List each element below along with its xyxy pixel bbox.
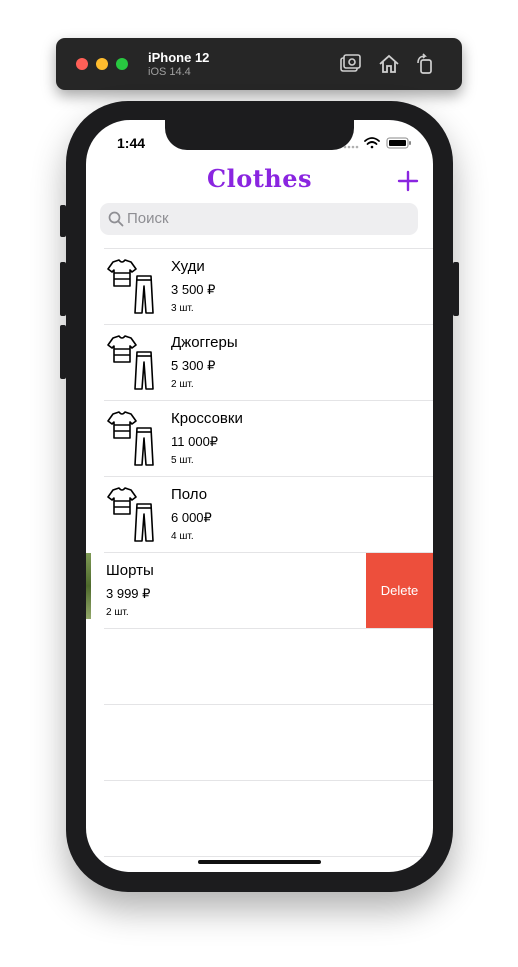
item-name: Шорты	[106, 562, 154, 579]
item-quantity: 2 шт.	[106, 607, 129, 618]
item-price: 5 300 ₽	[171, 358, 216, 373]
item-name: Худи	[171, 258, 205, 275]
close-window-button[interactable]	[76, 58, 88, 70]
phone-screen: 1:44 Clothes Поиск Худи 3 500 ₽ 3 шт. Дж…	[86, 120, 433, 872]
list-item[interactable]: Джоггеры 5 300 ₽ 2 шт.	[86, 325, 433, 400]
minimize-window-button[interactable]	[96, 58, 108, 70]
search-placeholder: Поиск	[127, 210, 169, 227]
os-version: iOS 14.4	[148, 66, 191, 78]
clothes-outline-icon	[107, 335, 154, 390]
item-quantity: 4 шт.	[171, 531, 194, 542]
simulator-toolbar: iPhone 12 iOS 14.4	[56, 38, 462, 90]
clothes-outline-icon	[107, 259, 154, 314]
zoom-window-button[interactable]	[116, 58, 128, 70]
device-name: iPhone 12	[148, 50, 210, 65]
status-icons	[343, 137, 411, 149]
separator	[104, 856, 433, 857]
wifi-icon	[364, 137, 380, 149]
nav-title: Clothes	[206, 164, 313, 193]
home-indicator[interactable]	[198, 860, 321, 864]
plus-icon[interactable]	[397, 170, 419, 192]
item-price: 6 000₽	[171, 510, 212, 525]
volume-up-button	[60, 262, 66, 316]
notch	[165, 120, 354, 150]
volume-down-button	[60, 325, 66, 379]
list-item[interactable]: Худи 3 500 ₽ 3 шт.	[86, 249, 433, 324]
item-name: Поло	[171, 486, 208, 503]
signal-icon	[343, 145, 359, 149]
separator	[104, 628, 433, 629]
home-icon[interactable]	[377, 52, 401, 76]
rotate-icon[interactable]	[413, 52, 437, 76]
item-quantity: 2 шт.	[171, 379, 194, 390]
search-field[interactable]: Поиск	[100, 203, 418, 235]
list-item-swiped[interactable]: Шорты 3 999 ₽ 2 шт. Delete	[86, 553, 433, 628]
photo-thumbnail	[86, 553, 91, 619]
list-item[interactable]: Кроссовки 11 000₽ 5 шт.	[86, 401, 433, 476]
separator	[104, 780, 433, 781]
item-name: Кроссовки	[171, 410, 243, 427]
clothes-outline-icon	[107, 487, 154, 542]
status-time: 1:44	[117, 135, 146, 151]
battery-icon	[386, 137, 411, 149]
item-price: 3 999 ₽	[106, 586, 151, 601]
delete-button[interactable]: Delete	[366, 553, 433, 628]
separator	[104, 704, 433, 705]
side-button	[453, 262, 459, 316]
item-quantity: 3 шт.	[171, 303, 194, 314]
item-price: 11 000₽	[171, 434, 219, 449]
clothes-outline-icon	[107, 411, 154, 466]
magnifier-icon	[108, 211, 124, 227]
list-item[interactable]: Поло 6 000₽ 4 шт.	[86, 477, 433, 552]
mute-switch	[60, 205, 66, 237]
item-quantity: 5 шт.	[171, 455, 194, 466]
item-price: 3 500 ₽	[171, 282, 216, 297]
screenshot-icon[interactable]	[338, 52, 362, 76]
item-name: Джоггеры	[171, 334, 238, 351]
